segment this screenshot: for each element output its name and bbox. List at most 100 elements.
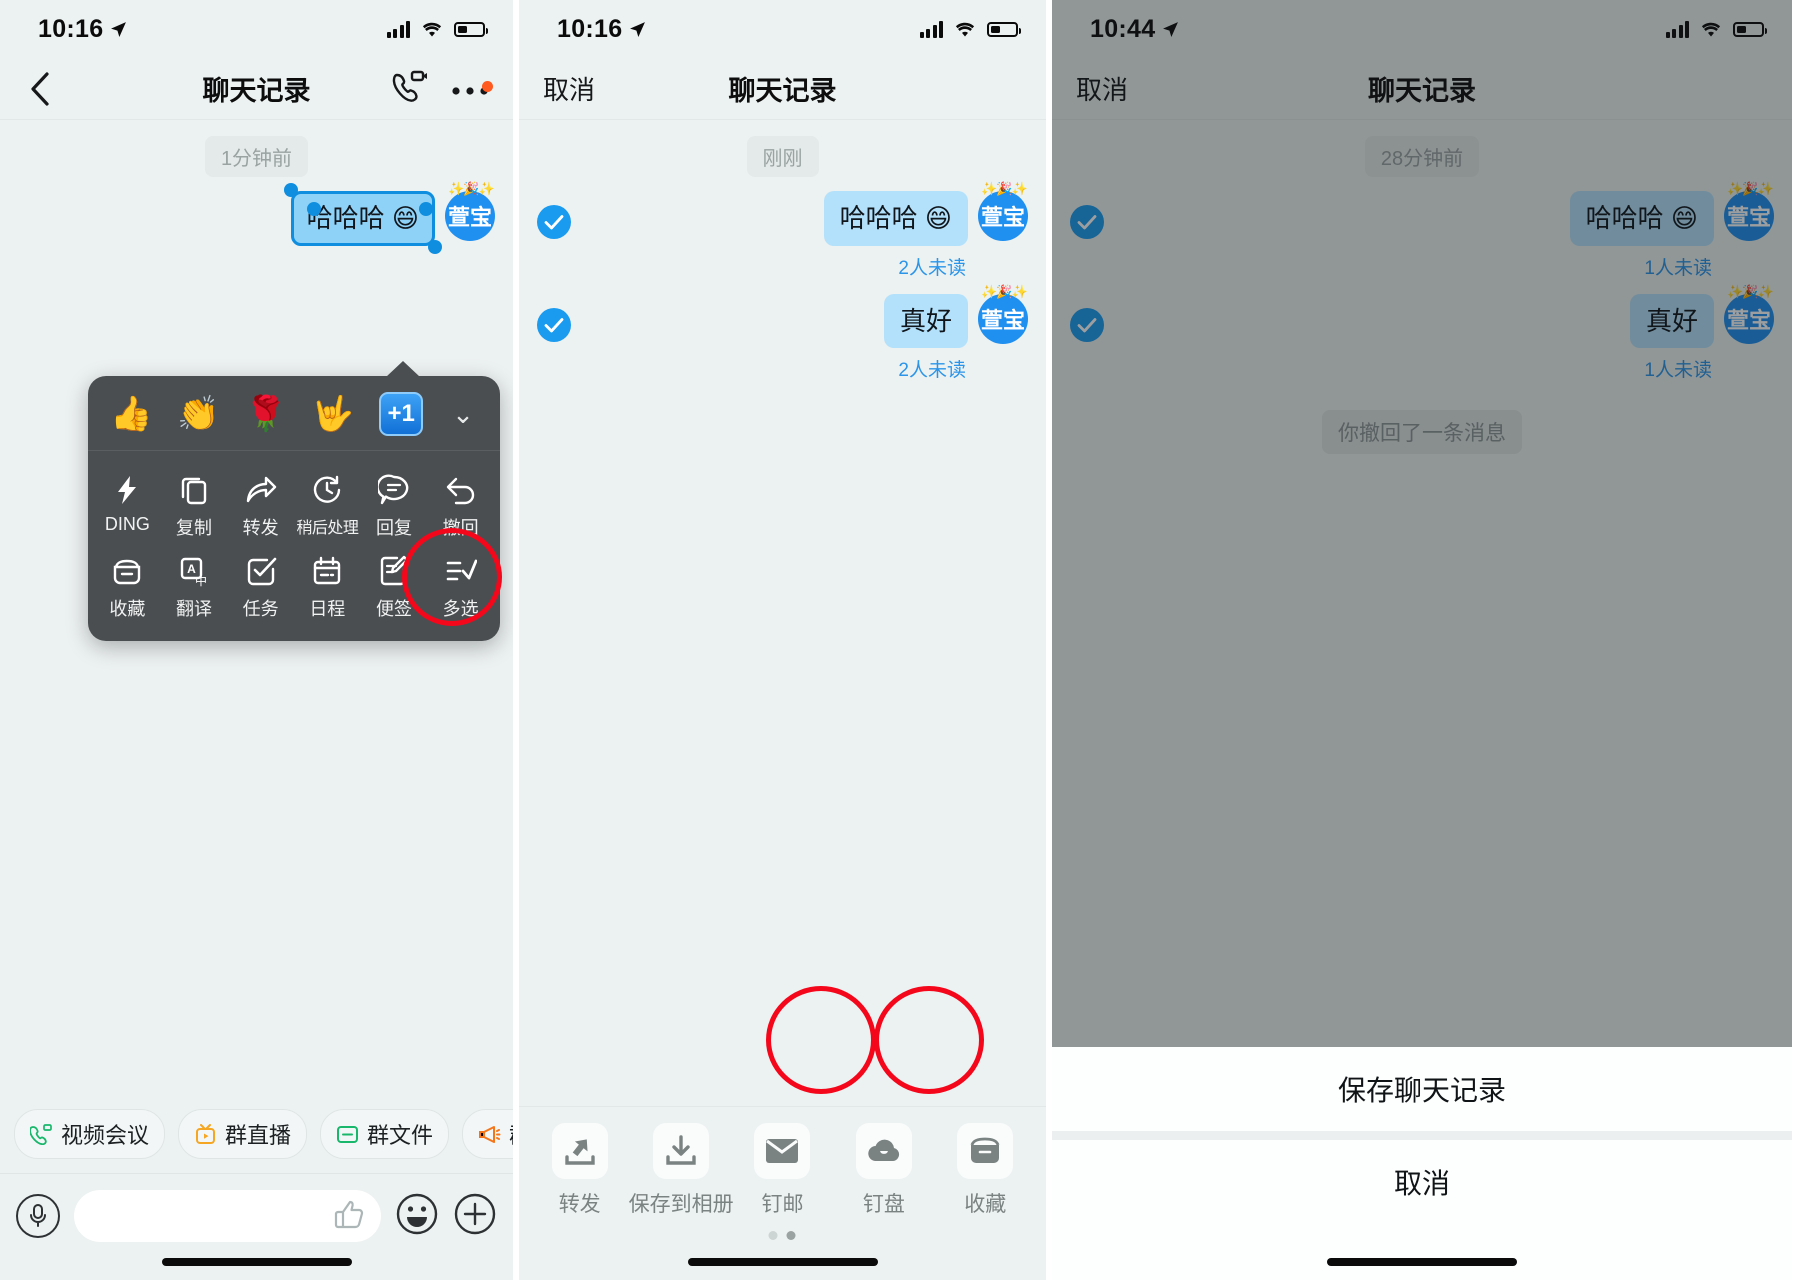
- multi-select-icon: [444, 554, 478, 588]
- context-menu-actions: DING 复制 转发 稍后处理 回复 撤回 收藏 A 中 翻译 任务 日程 便签…: [88, 451, 500, 641]
- action-ding-drive[interactable]: 钉盘: [838, 1123, 930, 1218]
- status-bar: 10:16: [519, 0, 1046, 58]
- add-more-button[interactable]: [453, 1192, 497, 1241]
- action-ding-mail[interactable]: 钉邮: [736, 1123, 828, 1240]
- multiselect-action-bar: 转发 保存到相册 钉邮 钉盘 收藏: [519, 1106, 1046, 1240]
- message-text-input[interactable]: [74, 1190, 381, 1242]
- quick-chip-group-files[interactable]: 群文件: [320, 1109, 450, 1159]
- home-indicator: [687, 1258, 878, 1266]
- menu-item-note[interactable]: 便签: [361, 546, 428, 627]
- emoji-button[interactable]: [395, 1192, 439, 1241]
- note-edit-icon: [377, 554, 411, 588]
- menu-item-calendar[interactable]: 日程: [294, 546, 361, 627]
- cellular-signal-icon: [919, 20, 943, 38]
- clock-later-icon: [310, 473, 344, 507]
- message-bubble[interactable]: 哈哈哈 😄: [823, 191, 968, 246]
- menu-item-task[interactable]: 任务: [227, 546, 294, 627]
- quick-chip-video-meeting[interactable]: 视频会议: [14, 1109, 166, 1159]
- menu-item-label: 撤回: [442, 518, 479, 538]
- reaction-clap-icon[interactable]: 👏: [177, 397, 219, 431]
- menu-item-forward[interactable]: 转发: [227, 465, 294, 546]
- avatar[interactable]: ✨🎉✨ 萱宝: [978, 181, 1028, 241]
- download-icon: [653, 1123, 710, 1179]
- message-checkbox[interactable]: [537, 307, 571, 342]
- message-input-bar: [0, 1190, 513, 1242]
- menu-item-translate[interactable]: A中 翻译: [161, 546, 228, 627]
- action-save-to-album[interactable]: 保存到相册: [629, 1123, 734, 1218]
- megaphone-icon: [478, 1123, 501, 1146]
- video-call-button[interactable]: [391, 70, 427, 107]
- microphone-icon: [30, 1204, 46, 1227]
- reaction-plus-one-icon[interactable]: +1: [379, 392, 424, 436]
- message-checkbox[interactable]: [537, 205, 571, 239]
- reaction-thumbsup-icon[interactable]: 👍: [110, 397, 152, 431]
- timestamp-pill: 1分钟前: [204, 136, 309, 177]
- page-dot: [768, 1231, 778, 1240]
- back-button[interactable]: [24, 71, 56, 106]
- voice-record-button[interactable]: [16, 1194, 60, 1238]
- copy-icon: [177, 473, 211, 507]
- menu-item-label: 收藏: [109, 599, 146, 619]
- avatar[interactable]: ✨🎉✨ 萱宝: [978, 284, 1028, 344]
- live-tv-icon: [194, 1123, 217, 1146]
- quick-chip-group-announcement[interactable]: 群公告: [462, 1109, 513, 1159]
- message-row: 哈哈哈 😄 ✨🎉✨ 萱宝 2人未读: [519, 177, 1046, 280]
- action-forward[interactable]: 转发: [534, 1123, 626, 1218]
- unread-count: 2人未读: [898, 257, 966, 279]
- avatar-crown-decoration: ✨🎉✨: [981, 283, 1028, 299]
- panel-save-sheet: 10:44 取消 聊天记录 28分钟前 哈哈哈 😄 ✨🎉✨ 萱宝 1人未读 真好…: [1052, 0, 1792, 1280]
- task-check-icon: [244, 554, 278, 588]
- sheet-bottom-padding: [1052, 1224, 1792, 1280]
- nav-bar: 取消 聊天记录: [519, 58, 1046, 120]
- sheet-cancel-button[interactable]: 取消: [1052, 1140, 1792, 1224]
- chevron-down-icon[interactable]: ⌄: [448, 399, 478, 430]
- avatar[interactable]: ✨🎉✨ 萱宝: [445, 181, 495, 241]
- cancel-button[interactable]: 取消: [543, 70, 595, 107]
- menu-item-multiselect[interactable]: 多选: [427, 546, 494, 627]
- menu-item-label: 便签: [375, 599, 412, 619]
- video-call-icon: [392, 70, 427, 102]
- menu-item-label: 复制: [175, 518, 212, 538]
- quick-chip-group-live[interactable]: 群直播: [178, 1109, 308, 1159]
- menu-item-label: DING: [104, 514, 150, 534]
- nav-bar: 聊天记录: [0, 58, 513, 120]
- menu-item-copy[interactable]: 复制: [161, 465, 228, 546]
- status-indicators: [919, 20, 1021, 38]
- selection-handle-start[interactable]: [283, 183, 298, 197]
- page-indicator: [768, 1231, 796, 1240]
- page-title: 聊天记录: [728, 76, 837, 106]
- favorite-box-icon: [957, 1123, 1014, 1179]
- selection-handle-end[interactable]: [428, 239, 442, 254]
- battery-icon: [454, 21, 488, 37]
- action-favorite[interactable]: 收藏: [939, 1123, 1031, 1218]
- menu-item-label: 日程: [309, 599, 346, 619]
- translate-icon: A中: [177, 554, 211, 588]
- location-arrow-icon: [111, 21, 127, 37]
- menu-item-reply[interactable]: 回复: [361, 465, 428, 546]
- reaction-rose-icon[interactable]: 🌹: [245, 397, 287, 431]
- notification-badge-dot: [482, 80, 493, 92]
- highlight-circle-ding-mail: [766, 986, 876, 1094]
- thumbs-up-icon[interactable]: [333, 1198, 365, 1235]
- plus-circle-icon: [454, 1193, 496, 1234]
- home-indicator: [1327, 1258, 1517, 1266]
- action-label: 保存到相册: [628, 1193, 734, 1216]
- menu-item-favorite[interactable]: 收藏: [94, 546, 161, 627]
- more-button[interactable]: [451, 80, 493, 95]
- message-bubble[interactable]: 哈哈哈 😄: [290, 191, 435, 246]
- panel-chat-with-context-menu: 10:16 聊天记录 1分钟前 哈哈哈 😄 ✨🎉✨ 萱宝 👍 👏 🌹 🤟 +1 …: [0, 0, 513, 1280]
- menu-item-label: 回复: [375, 518, 412, 538]
- reaction-fingerheart-icon[interactable]: 🤟: [312, 397, 354, 431]
- menu-item-later[interactable]: 稍后处理: [294, 465, 361, 546]
- action-label: 收藏: [964, 1193, 1007, 1216]
- sheet-save-chat-history-button[interactable]: 保存聊天记录: [1052, 1047, 1792, 1131]
- menu-item-ding[interactable]: DING: [94, 465, 161, 546]
- ding-bolt-icon: [110, 473, 144, 507]
- video-meeting-icon: [30, 1123, 53, 1146]
- avatar-label: 萱宝: [980, 307, 1025, 333]
- wifi-icon: [955, 22, 975, 36]
- message-bubble[interactable]: 真好: [883, 293, 968, 348]
- menu-item-undo[interactable]: 撤回: [427, 465, 494, 546]
- message-row: 真好 ✨🎉✨ 萱宝 2人未读: [519, 280, 1046, 383]
- undo-arrow-icon: [444, 473, 478, 507]
